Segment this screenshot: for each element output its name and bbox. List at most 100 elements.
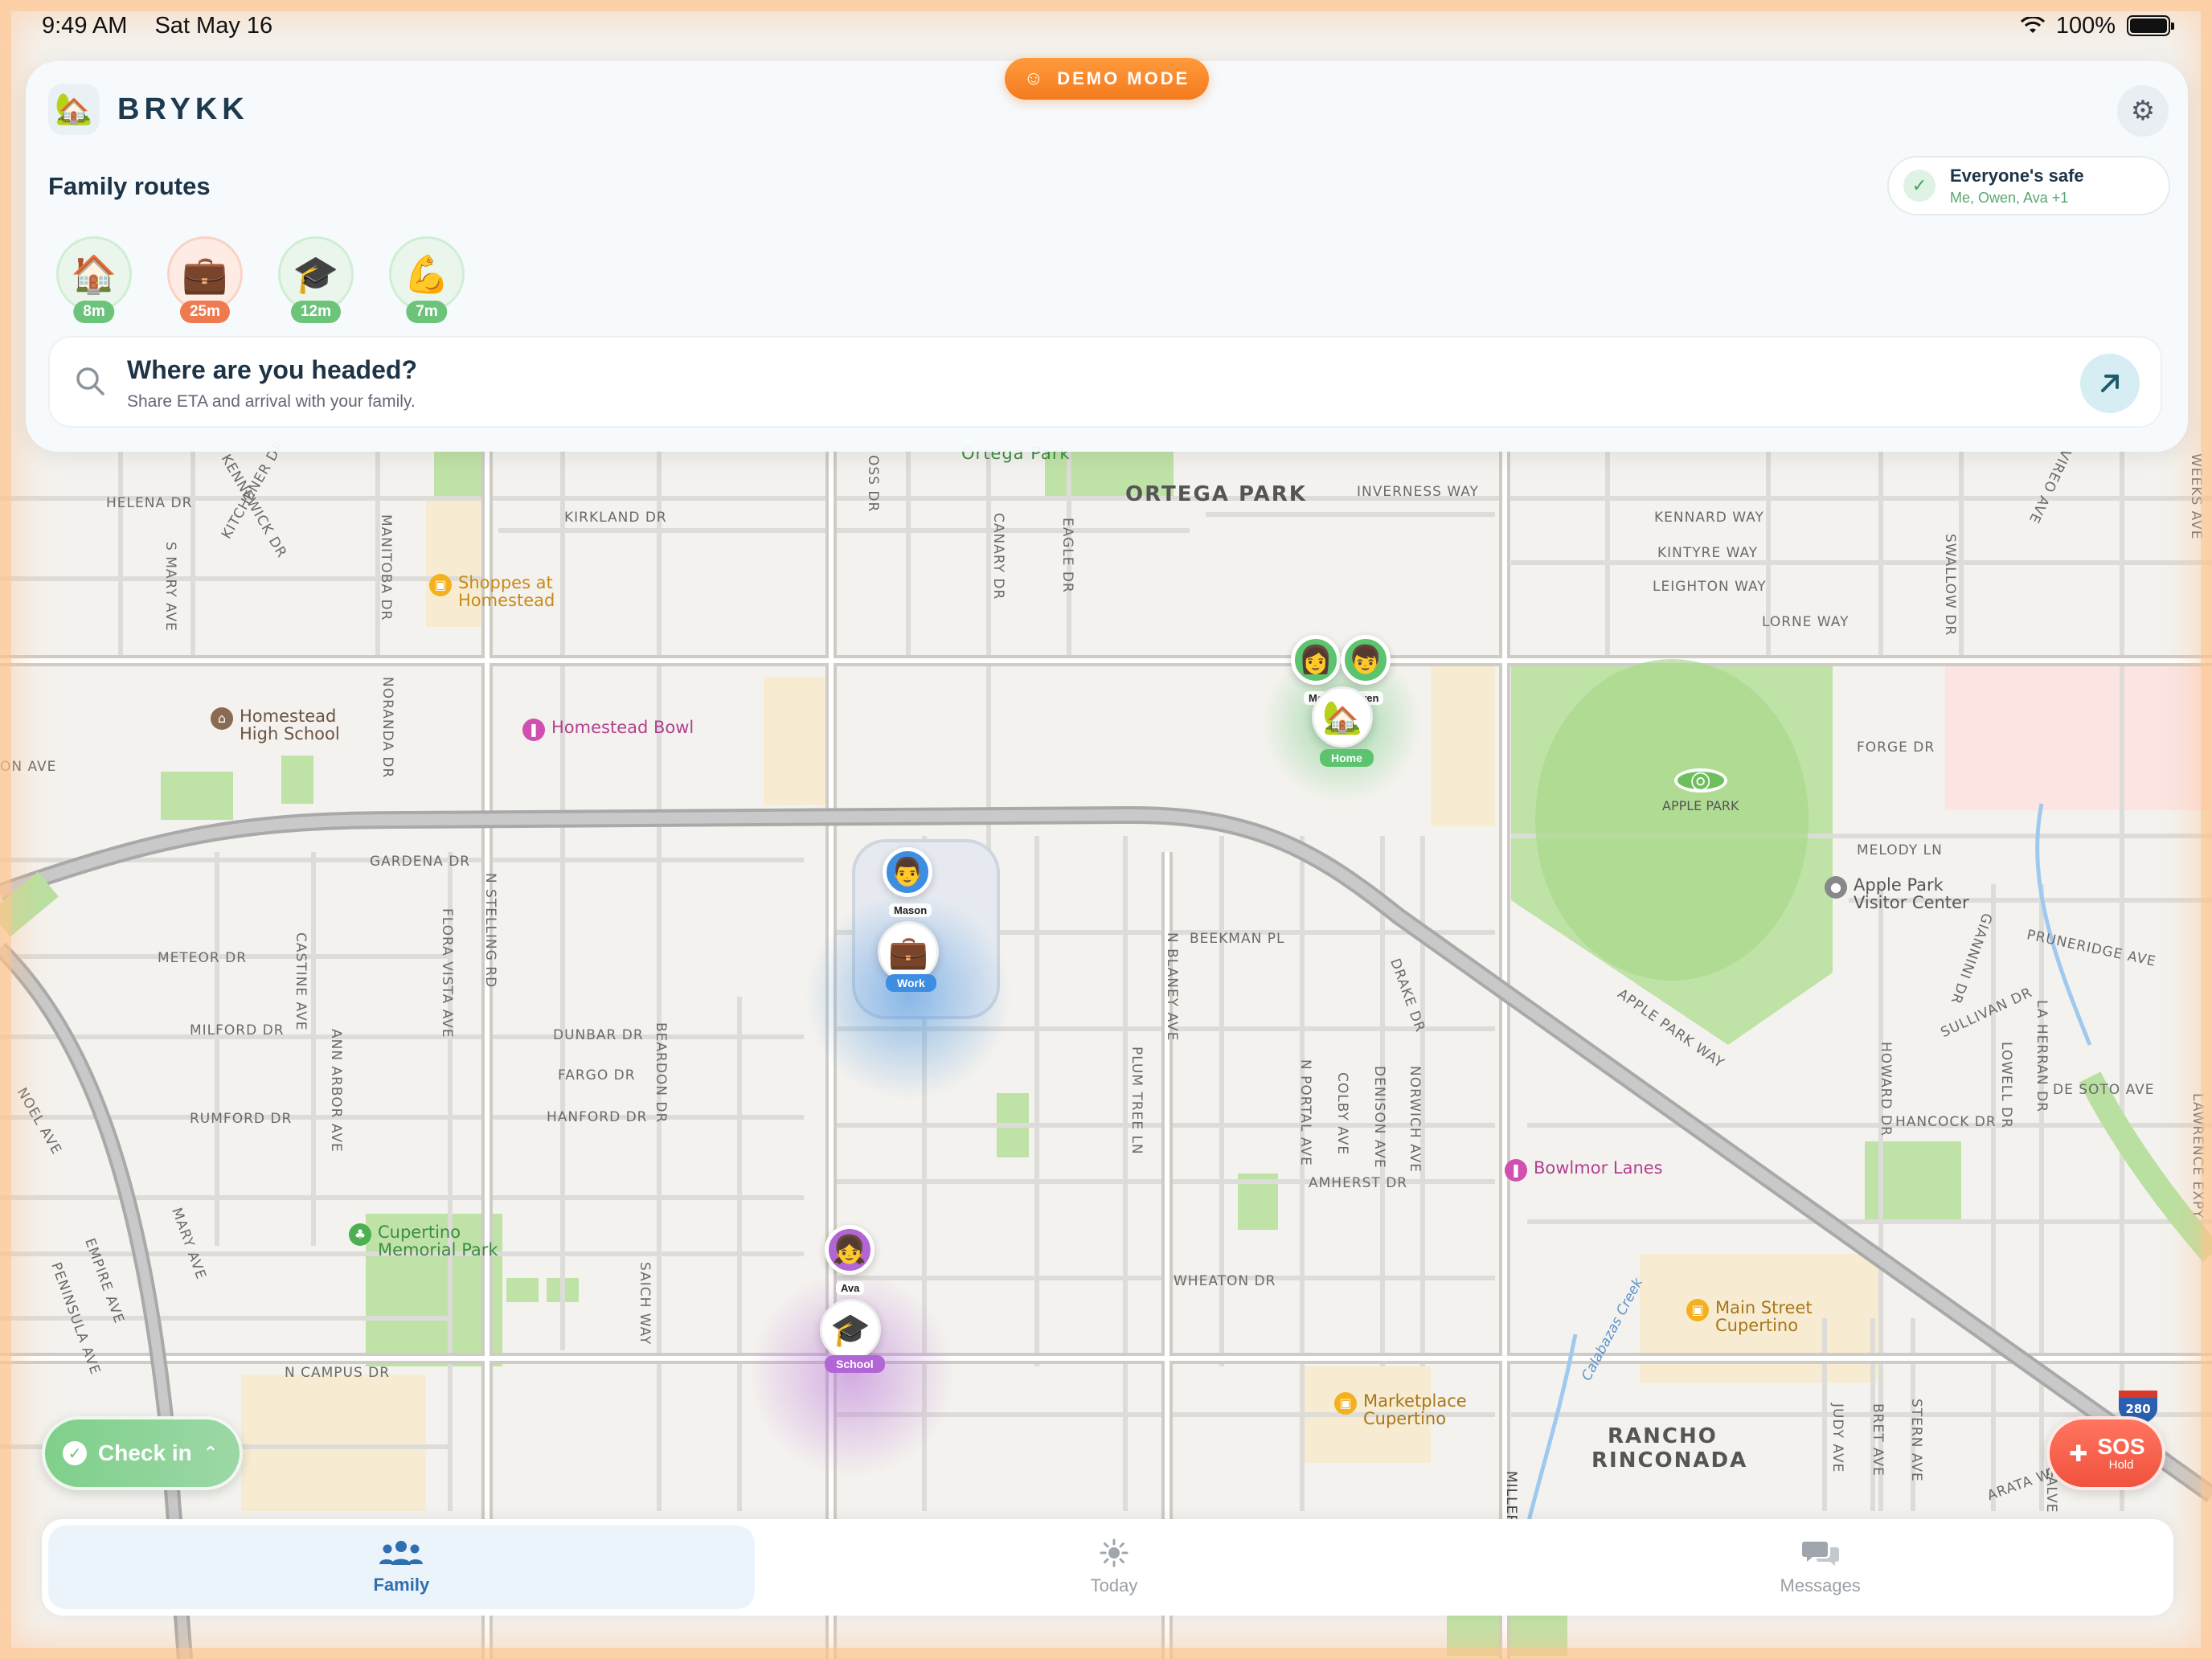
battery-percent: 100% [2055,12,2116,39]
street-label: CASTINE AVE [293,932,309,1031]
street-label: AMHERST DR [1309,1175,1408,1191]
place-work[interactable]: 💼 [878,921,939,982]
avatar-ava[interactable]: 👧 [825,1225,875,1275]
marker-home[interactable]: 👩 👦 Me Owen 🏡 Home [1254,619,1431,828]
street-label: MILFORD DR [190,1022,285,1038]
place-tag-work: Work [886,974,936,992]
gear-icon: ⚙ [2130,96,2156,126]
street-label: PLUM TREE LN [1129,1047,1145,1155]
poi-apple-park-visitor-center[interactable]: ● Apple Park Visitor Center [1825,876,1969,911]
route-gym[interactable]: 💪 7m [389,236,465,323]
theater-masks-icon: ☺ [1023,68,1047,89]
area-label-ortega-park: ORTEGA PARK [1125,482,1307,506]
marker-work[interactable]: 👨 Mason 💼 Work [804,844,1013,1101]
marker-school[interactable]: 👧 Ava 🎓 School [748,1222,956,1479]
place-home[interactable]: 🏡 [1312,686,1373,748]
route-school[interactable]: 🎓 12m [278,236,354,323]
name-tag-mason: Mason [889,903,932,917]
shopping-bag-icon: ▣ [1686,1299,1709,1321]
sun-icon [1100,1538,1129,1567]
tab-label: Messages [1780,1575,1861,1596]
avatar-mason[interactable]: 👨 [883,847,932,897]
area-label-rancho: RANCHO [1608,1424,1718,1448]
tab-label: Today [1090,1575,1138,1596]
place-school[interactable]: 🎓 [820,1299,881,1360]
header-card: 🏡 BRYKK ⚙ Family routes ✓ Everyone's saf… [26,61,2188,452]
poi-bowlmor-lanes[interactable]: ❚ Bowlmor Lanes [1505,1159,1663,1182]
street-label: STERN AVE [1908,1399,1924,1482]
svg-text:280: 280 [2125,1402,2150,1416]
poi-homestead-high-school[interactable]: ⌂ Homestead High School [211,707,340,743]
poi-label: Main Street Cupertino [1715,1298,1813,1335]
street-label: HANCOCK DR [1895,1114,1997,1130]
status-date: Sat May 16 [154,12,273,39]
poi-label: Shoppes at Homestead [458,573,555,610]
street-label: HOWARD DR [1878,1042,1894,1137]
settings-button[interactable]: ⚙ [2117,85,2169,137]
shopping-bag-icon: ▣ [1334,1392,1357,1415]
street-label: METEOR DR [158,950,248,966]
app-logo[interactable]: 🏡 BRYKK [48,84,249,135]
tab-messages[interactable]: Messages [1467,1519,2173,1616]
street-label: WEEKS AVE [2188,453,2204,540]
street-label: FORGE DR [1857,739,1936,756]
share-eta-button[interactable] [2080,354,2140,413]
street-label: N STELLING RD [482,873,498,989]
poi-label: Apple Park Visitor Center [1854,875,1969,912]
tab-bar: Family Today Messages [42,1519,2173,1616]
route-home[interactable]: 🏠 8m [56,236,132,323]
app-name: BRYKK [117,92,249,126]
poi-label: Homestead Bowl [551,718,694,737]
first-aid-icon: ✚ [2069,1440,2088,1466]
route-eta: 7m [406,301,448,323]
tab-label: Family [373,1575,430,1595]
street-label: LOWELL DR [1998,1042,2014,1129]
safety-title: Everyone's safe [1950,165,2084,186]
street-label: LAWRENCE EXPY [2189,1093,2206,1219]
poi-label: Homestead High School [240,707,340,743]
poi-shoppes-at-homestead[interactable]: ▣ Shoppes at Homestead [429,574,555,609]
poi-homestead-bowl[interactable]: ❚ Homestead Bowl [522,719,694,741]
street-label: FLORA VISTA AVE [439,908,455,1038]
street-label: MILLER [1503,1471,1519,1526]
street-label: LEIGHTON WAY [1653,579,1767,595]
avatar-owen[interactable]: 👦 [1341,635,1391,685]
street-label: NORWICH AVE [1407,1066,1423,1174]
family-routes-title: Family routes [48,172,211,200]
demo-mode-badge[interactable]: ☺ DEMO MODE [1005,58,1209,100]
street-label: NORANDA DR [379,677,395,779]
apple-icon: ● [1825,876,1847,899]
people-icon [379,1541,424,1565]
street-label: KENNARD WAY [1654,510,1764,526]
battery-fill [2130,18,2167,33]
avatar-me[interactable]: 👩 [1291,635,1341,685]
safety-members: Me, Owen, Ava +1 [1950,189,2069,206]
poi-main-street-cupertino[interactable]: ▣ Main Street Cupertino [1686,1299,1813,1334]
check-in-button[interactable]: ✓ Check in ⌃ [42,1416,243,1490]
poi-marketplace-cupertino[interactable]: ▣ Marketplace Cupertino [1334,1392,1467,1428]
street-label: JUDY AVE [1829,1403,1845,1473]
street-label: EAGLE DR [1059,518,1075,593]
sos-button[interactable]: ✚ SOS Hold [2046,1416,2165,1490]
place-tag-home: Home [1320,749,1374,767]
destination-search[interactable]: Where are you headed? Share ETA and arri… [48,336,2162,428]
tab-today[interactable]: Today [761,1519,1468,1616]
street-label: N CAMPUS DR [285,1365,391,1381]
school-icon: ⌂ [211,707,233,730]
safety-status-card[interactable]: ✓ Everyone's safe Me, Owen, Ava +1 [1887,156,2170,215]
poi-cupertino-memorial-park[interactable]: ♣ Cupertino Memorial Park [349,1223,498,1259]
poi-label: Marketplace Cupertino [1363,1391,1467,1428]
street-label: DENISON AVE [1371,1066,1387,1169]
shopping-bag-icon: ▣ [429,574,452,596]
street-label: MANITOBA DR [378,514,394,621]
street-label: OSS DR [865,455,881,513]
poi-label: Bowlmor Lanes [1534,1158,1663,1178]
poi-apple-park[interactable]: ◎ APPLE PARK [1662,768,1739,815]
tab-family[interactable]: Family [48,1526,755,1609]
street-label: INVERNESS WAY [1357,484,1479,500]
name-tag-ava: Ava [836,1281,865,1295]
street-label: HANFORD DR [547,1109,648,1125]
street-label: KIRKLAND DR [564,510,667,526]
search-subtitle: Share ETA and arrival with your family. [127,392,416,411]
route-work[interactable]: 💼 25m [167,236,243,323]
